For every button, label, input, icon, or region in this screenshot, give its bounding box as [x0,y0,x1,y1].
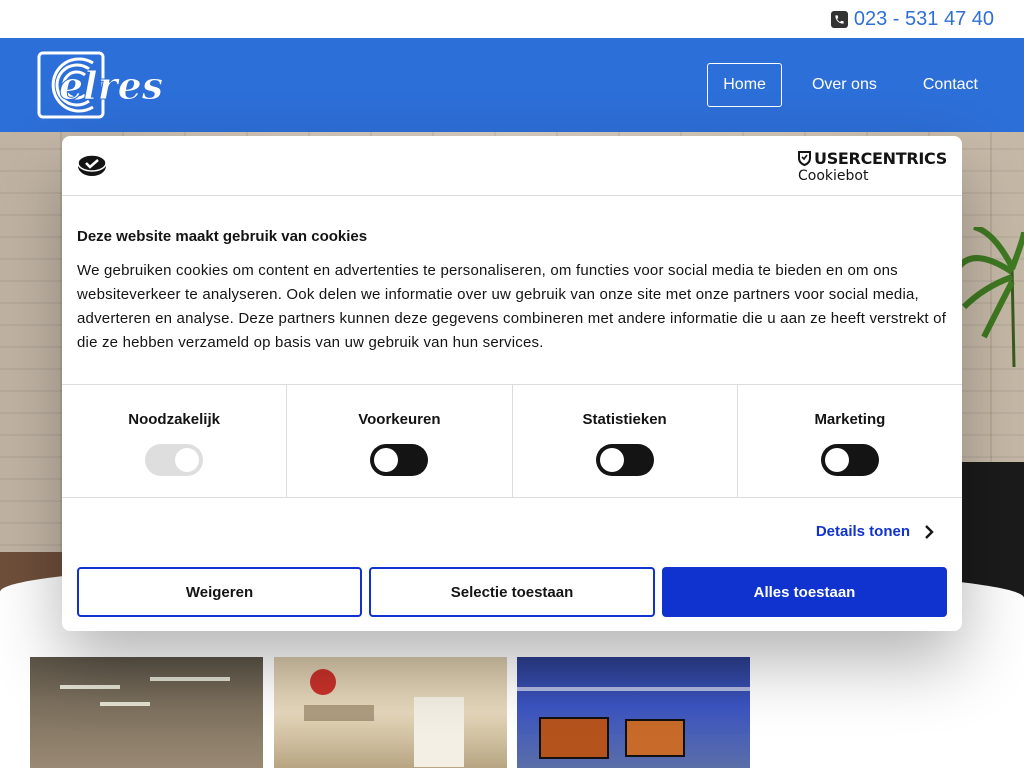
plant-decoration [956,227,1024,367]
brand-name: USERCENTRICS [814,149,947,168]
details-toggle-link[interactable]: Details tonen [816,523,934,540]
store-photo-1[interactable] [30,657,263,768]
toggle-noodzakelijk [145,444,204,476]
details-label: Details tonen [815,523,910,540]
svg-text:elres: elres [59,63,163,108]
elres-logo[interactable]: elres [37,51,177,119]
category-label: Noodzakelijk [128,411,220,428]
top-bar: 023 - 531 47 40 [0,0,1024,38]
cookiebot-brand[interactable]: USERCENTRICS Cookiebot [798,149,947,184]
category-statistieken: Statistieken [513,385,738,497]
phone-icon [830,11,848,28]
category-voorkeuren: Voorkeuren [287,385,513,497]
toggle-statistieken[interactable] [595,444,654,476]
dialog-title: Deze website maakt gebruik van cookies [77,228,368,245]
toggle-voorkeuren[interactable] [370,444,429,476]
shield-icon [798,151,812,166]
brand-sub: Cookiebot [798,168,869,184]
allow-all-button[interactable]: Alles toestaan [662,567,947,617]
main-nav: Home Over ons Contact [707,63,994,107]
phone-link[interactable]: 023 - 531 47 40 [830,8,994,31]
phone-number: 023 - 531 47 40 [853,8,994,30]
store-photo-2[interactable] [274,657,507,768]
site-header: elres Home Over ons Contact [0,38,1024,132]
nav-over-ons[interactable]: Over ons [796,63,893,107]
dialog-header: USERCENTRICS Cookiebot [62,136,962,196]
store-photo-3[interactable] [517,657,750,768]
nav-home[interactable]: Home [707,63,782,107]
category-label: Statistieken [582,411,667,428]
reject-button[interactable]: Weigeren [77,567,362,617]
cookie-categories: Noodzakelijk Voorkeuren Statistieken Mar… [62,384,962,498]
nav-contact[interactable]: Contact [907,63,994,107]
category-label: Voorkeuren [358,411,441,428]
category-marketing: Marketing [738,385,962,497]
allow-selection-button[interactable]: Selectie toestaan [369,567,655,617]
dialog-text: We gebruiken cookies om content en adver… [77,262,947,351]
toggle-marketing[interactable] [820,444,879,476]
category-label: Marketing [814,411,886,428]
chevron-right-icon [925,524,934,539]
cookie-icon [77,154,107,176]
cookie-consent-dialog: USERCENTRICS Cookiebot Deze website maak… [62,136,962,631]
dialog-body: Deze website maakt gebruik van cookies W… [77,228,947,355]
category-noodzakelijk: Noodzakelijk [62,385,288,497]
